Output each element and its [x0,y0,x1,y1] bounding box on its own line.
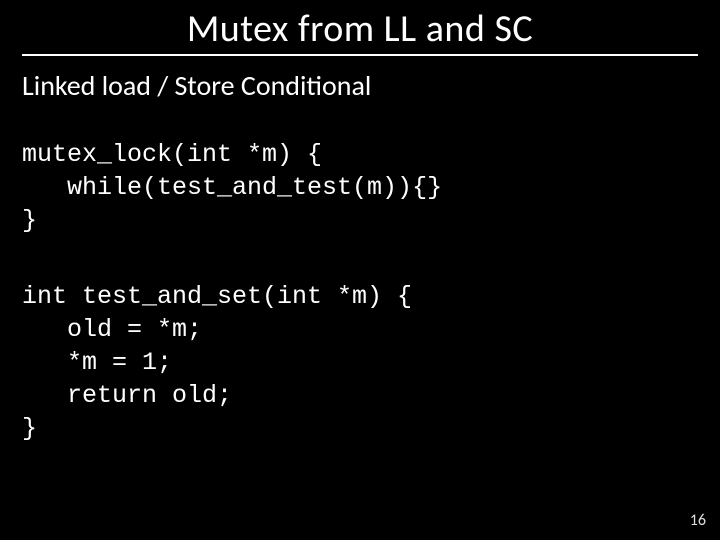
title-underline [22,54,698,56]
slide-title: Mutex from LL and SC [187,6,533,52]
title-wrap: Mutex from LL and SC [0,6,720,52]
code-block-2: int test_and_set(int *m) { old = *m; *m … [22,280,412,445]
slide: Mutex from LL and SC Linked load / Store… [0,0,720,540]
code-block-1: mutex_lock(int *m) { while(test_and_test… [22,138,442,237]
page-number: 16 [690,511,706,530]
slide-subtitle: Linked load / Store Conditional [22,68,371,103]
